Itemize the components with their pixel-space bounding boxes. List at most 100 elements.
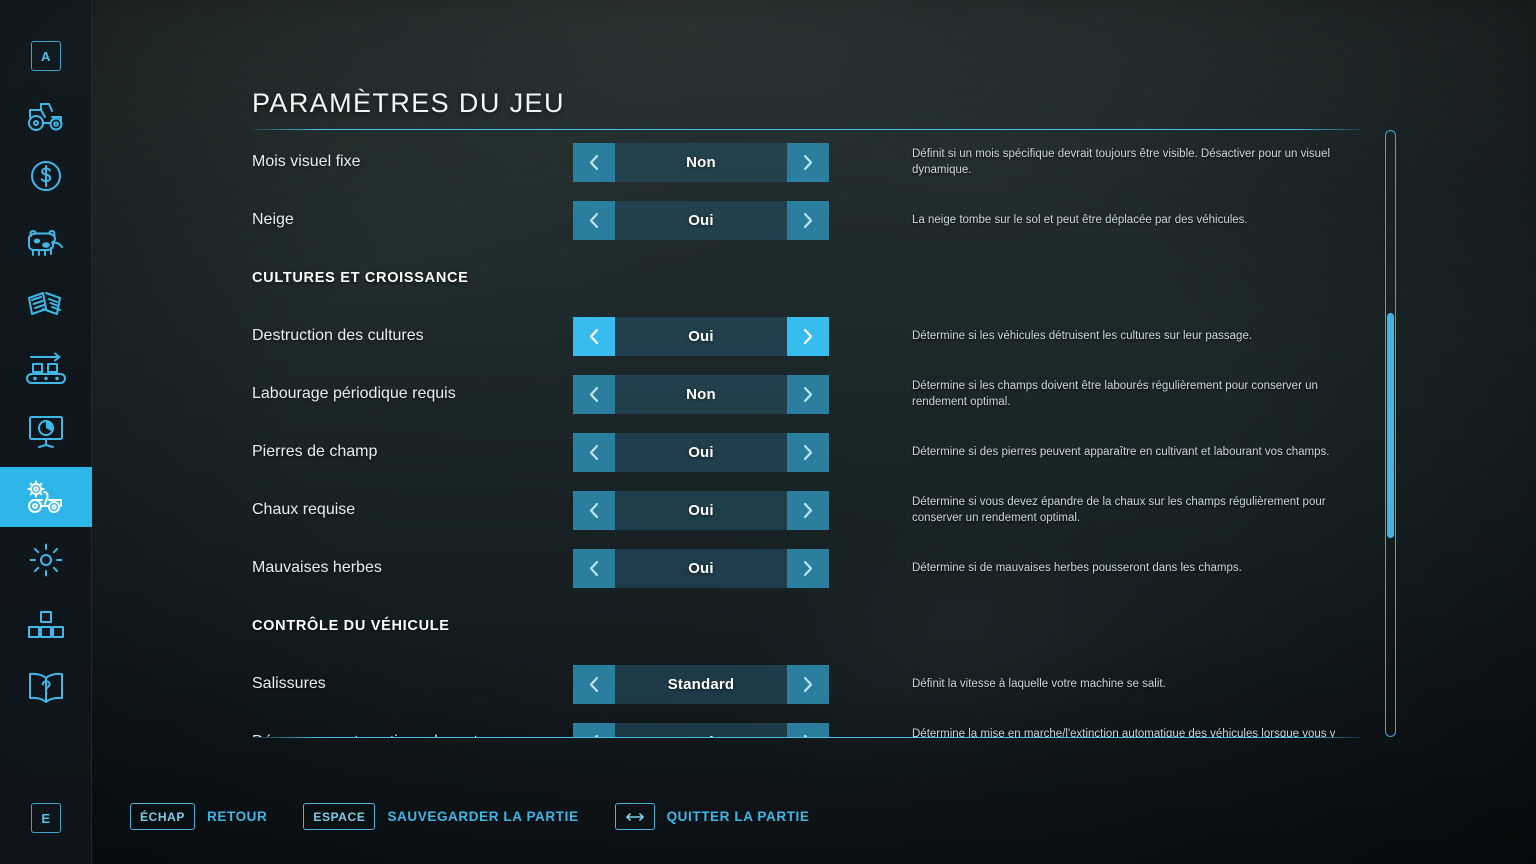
chevron-right-icon[interactable]: [787, 142, 829, 182]
chevron-right-icon[interactable]: [787, 490, 829, 530]
settings-list: Actu. parallèleNonsuivante !Mois visuel …: [252, 130, 1360, 737]
setting-row[interactable]: Démarrage automatique du moteurOuiDéterm…: [252, 713, 1360, 737]
setting-row[interactable]: Neige Oui La neige tombe sur le sol et peu…: [252, 191, 1360, 249]
chevron-left-icon[interactable]: [573, 548, 615, 588]
setting-value: Oui: [688, 559, 714, 577]
setting-option-control[interactable]: Oui: [573, 548, 829, 588]
setting-description: Détermine la mise en marche/l'extinction…: [912, 727, 1336, 737]
sidebar-item-help[interactable]: [0, 658, 92, 718]
chevron-right-icon[interactable]: [787, 374, 829, 414]
tractor-icon: [25, 99, 67, 133]
chevron-right-icon[interactable]: [787, 200, 829, 240]
sidebar-item-finances[interactable]: [0, 146, 92, 206]
setting-row[interactable]: Salissures Standard Définit la vitesse à l…: [252, 655, 1360, 713]
setting-row[interactable]: Mauvaises herbes Oui Détermine si de mauva…: [252, 539, 1360, 597]
setting-description: La neige tombe sur le sol et peut être d…: [912, 213, 1248, 226]
sidebar-item-general-settings[interactable]: [0, 530, 92, 590]
setting-option-control[interactable]: Non: [573, 374, 829, 414]
scrollbar-thumb[interactable]: [1387, 313, 1394, 538]
action-hint-label: QUITTER LA PARTIE: [666, 809, 810, 824]
setting-label: Salissures: [252, 675, 326, 692]
setting-label: Mois visuel fixe: [252, 153, 361, 170]
setting-value: Oui: [615, 723, 787, 738]
setting-label: Pierres de champ: [252, 443, 378, 460]
sidebar-item-mods[interactable]: [0, 596, 92, 656]
chevron-left-icon[interactable]: [573, 722, 615, 737]
action-hint[interactable]: ESPACE SAUVEGARDER LA PARTIE: [303, 803, 578, 830]
setting-option-control[interactable]: Oui: [573, 200, 829, 240]
chevron-right-icon[interactable]: [787, 664, 829, 704]
setting-description: Détermine si les champs doivent être lab…: [912, 379, 1318, 408]
sidebar-item-vehicles[interactable]: [0, 86, 92, 146]
setting-option-control[interactable]: Oui: [573, 722, 829, 738]
page-title: PARAMÈTRES DU JEU: [252, 88, 565, 118]
left-sidebar: AE: [0, 0, 92, 864]
tractor-gear-icon: [23, 479, 69, 515]
key-e-box: E: [31, 803, 61, 833]
chevron-left-icon[interactable]: [573, 200, 615, 240]
sidebar-item-game-settings[interactable]: [0, 467, 92, 527]
chevron-right-icon[interactable]: [787, 722, 829, 737]
sidebar-item-key-hint-a[interactable]: A: [0, 26, 92, 86]
setting-value: Non: [686, 385, 716, 403]
chevron-left-icon[interactable]: [573, 490, 615, 530]
setting-option-control[interactable]: Oui: [573, 432, 829, 472]
chevron-right-icon[interactable]: [787, 432, 829, 472]
key-cap: ESPACE: [303, 803, 376, 830]
conveyor-belt-icon: [23, 352, 69, 390]
key-a-box: A: [31, 41, 61, 71]
setting-description: Détermine si des pierres peuvent apparaî…: [912, 445, 1330, 458]
key-cap: ÉCHAP: [130, 803, 196, 830]
setting-description: Définit la vitesse à laquelle votre mach…: [912, 677, 1166, 690]
action-hint[interactable]: QUITTER LA PARTIE: [614, 803, 810, 830]
setting-option-control[interactable]: Standard: [573, 664, 829, 704]
chevron-right-icon[interactable]: [787, 316, 829, 356]
sidebar-item-statistics[interactable]: [0, 402, 92, 462]
sidebar-key-hint-e[interactable]: E: [0, 788, 92, 848]
setting-row[interactable]: Chaux requise Oui Détermine si vous devez …: [252, 481, 1360, 539]
settings-section-header: CONTRÔLE DU VÉHICULE: [252, 618, 450, 634]
chevron-left-icon[interactable]: [573, 432, 615, 472]
setting-value: Standard: [667, 675, 735, 693]
chevron-right-icon[interactable]: [787, 548, 829, 588]
bottom-action-bar: ÉCHAP RETOUR ESPACE SAUVEGARDER LA PARTIE QU…: [130, 803, 846, 830]
setting-row[interactable]: Mois visuel fixe Non Définit si un mois sp…: [252, 133, 1360, 191]
action-hint-label: SAUVEGARDER LA PARTIE: [387, 809, 579, 824]
setting-option-control[interactable]: Oui: [573, 490, 829, 530]
setting-row[interactable]: Labourage périodique requis Non Détermine …: [252, 365, 1360, 423]
sidebar-item-animals[interactable]: [0, 211, 92, 271]
setting-label: Destruction des cultures: [252, 327, 424, 344]
scrollbar-track[interactable]: [1385, 130, 1396, 737]
setting-row[interactable]: Destruction des cultures Oui Détermine si …: [252, 307, 1360, 365]
left-right-arrow-icon: [614, 803, 655, 830]
action-hint[interactable]: ÉCHAP RETOUR: [130, 803, 267, 830]
list-top-divider: [252, 129, 1360, 130]
setting-description: Détermine si les véhicules détruisent le…: [912, 329, 1253, 342]
chart-board-icon: [26, 414, 66, 450]
action-hint-label: RETOUR: [207, 809, 268, 824]
settings-section-header: CULTURES ET CROISSANCE: [252, 270, 469, 286]
setting-option-control[interactable]: Oui: [573, 316, 829, 356]
setting-value: Oui: [688, 327, 714, 345]
setting-description: Définit si un mois spécifique devrait to…: [912, 147, 1331, 176]
sidebar-item-production[interactable]: [0, 341, 92, 401]
setting-description: Détermine si de mauvaises herbes pousser…: [912, 561, 1242, 574]
sidebar-item-contracts[interactable]: [0, 276, 92, 336]
chevron-left-icon[interactable]: [573, 664, 615, 704]
setting-label: Neige: [252, 211, 294, 228]
cow-icon: [23, 224, 69, 258]
blocks-icon: [26, 609, 66, 643]
settings-viewport[interactable]: Actu. parallèleNonsuivante !Mois visuel …: [252, 130, 1360, 737]
game-settings-screen: AE PARAMÈTRES DU JEU Actu. parallèleNons…: [0, 0, 1536, 864]
setting-row[interactable]: Pierres de champ Oui Détermine si des pier…: [252, 423, 1360, 481]
chevron-left-icon[interactable]: [573, 374, 615, 414]
chevron-left-icon[interactable]: [573, 142, 615, 182]
setting-value: Oui: [688, 501, 714, 519]
setting-value: Oui: [688, 211, 714, 229]
setting-description: Détermine si vous devez épandre de la ch…: [912, 495, 1326, 524]
setting-value: Oui: [688, 443, 714, 461]
list-bottom-divider: [252, 737, 1360, 738]
chevron-left-icon[interactable]: [573, 316, 615, 356]
setting-option-control[interactable]: Non: [573, 142, 829, 182]
setting-label: Labourage périodique requis: [252, 385, 456, 402]
